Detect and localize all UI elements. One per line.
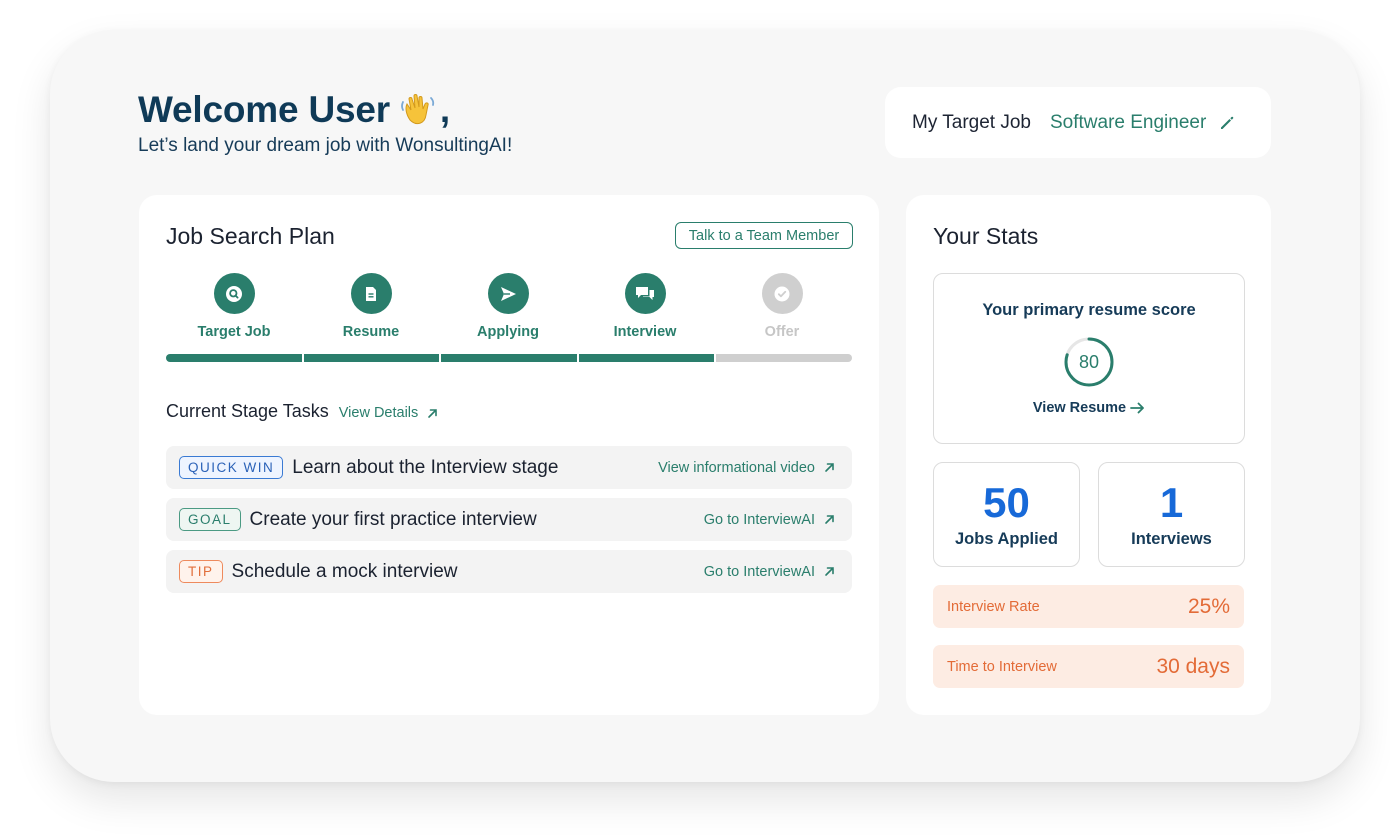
job-search-plan-card: Job Search Plan Talk to a Team Member Ta…	[139, 195, 879, 715]
step-interview[interactable]: Interview	[577, 273, 713, 340]
resume-score-ring: 80	[1063, 336, 1115, 388]
target-job-card: My Target Job Software Engineer	[885, 87, 1271, 158]
time-to-interview-value: 30 days	[1156, 654, 1230, 678]
chat-bubbles-icon	[636, 286, 654, 300]
step-circle	[761, 273, 803, 314]
arrow-right-icon	[1130, 402, 1145, 414]
interview-rate-value: 25%	[1187, 594, 1230, 618]
step-label: Applying	[476, 324, 540, 340]
plan-steps: Target Job Resume Applying Interview Off…	[166, 273, 852, 343]
resume-score-box: Your primary resume score 80 View Resume	[933, 273, 1245, 444]
interviews-value: 1	[1159, 479, 1184, 526]
waving-hand-icon	[401, 94, 435, 125]
step-circle	[487, 273, 529, 314]
progress-segment	[716, 354, 852, 362]
plan-title: Job Search Plan	[166, 223, 335, 249]
talk-to-team-member-button[interactable]: Talk to a Team Member	[675, 222, 853, 249]
interview-rate-label: Interview Rate	[947, 598, 1040, 615]
jobs-applied-value: 50	[983, 479, 1030, 526]
go-to-interviewai-link[interactable]: Go to InterviewAI	[704, 564, 835, 580]
welcome-comma: ,	[439, 89, 451, 130]
step-label: Resume	[342, 324, 400, 340]
step-label: Target Job	[197, 324, 271, 340]
welcome-title: Welcome User ,	[138, 88, 512, 132]
plan-progress-bar	[166, 354, 852, 362]
resume-score-label: Your primary resume score	[982, 301, 1196, 319]
arrow-up-right-icon	[825, 515, 834, 524]
pencil-icon[interactable]	[1218, 114, 1236, 132]
send-icon	[501, 286, 516, 301]
task-link-label: View informational video	[658, 459, 815, 476]
tip-badge: TIP	[179, 560, 223, 583]
welcome-title-text: Welcome User	[138, 89, 390, 130]
arrow-up-right-icon	[825, 567, 834, 576]
your-stats-card: Your Stats Your primary resume score 80 …	[906, 195, 1271, 715]
welcome-header: Welcome User , Let’s land your dream job…	[138, 88, 512, 157]
step-circle	[350, 273, 392, 314]
document-icon	[366, 286, 376, 301]
view-informational-video-link[interactable]: View informational video	[658, 460, 835, 476]
time-to-interview-label: Time to Interview	[947, 658, 1057, 675]
search-icon	[226, 285, 242, 302]
interviews-label: Interviews	[1131, 530, 1212, 548]
target-job-label: My Target Job	[912, 111, 1031, 133]
quick-win-badge: QUICK WIN	[179, 456, 284, 479]
arrow-up-right-icon	[825, 463, 834, 472]
view-resume-label: View Resume	[1032, 400, 1127, 416]
step-applying[interactable]: Applying	[440, 273, 576, 340]
progress-segment	[441, 354, 577, 362]
view-details-label: View Details	[338, 405, 419, 421]
arrow-up-right-icon	[428, 408, 438, 418]
check-badge-icon	[774, 286, 790, 301]
welcome-subtitle: Let’s land your dream job with Wonsultin…	[138, 135, 513, 156]
go-to-interviewai-link[interactable]: Go to InterviewAI	[704, 512, 835, 528]
task-row-quick-win: QUICK WIN Learn about the Interview stag…	[166, 446, 852, 489]
target-job-value[interactable]: Software Engineer	[1050, 112, 1206, 134]
step-resume[interactable]: Resume	[303, 273, 439, 340]
progress-segment	[303, 354, 440, 362]
progress-segment	[578, 354, 715, 362]
task-link-label: Go to InterviewAI	[703, 511, 815, 528]
jobs-applied-label: Jobs Applied	[955, 530, 1058, 548]
resume-score-value: 80	[1078, 351, 1100, 372]
tasks-title: Current Stage Tasks	[166, 401, 329, 421]
progress-segment	[166, 354, 302, 362]
task-link-label: Go to InterviewAI	[703, 563, 815, 580]
stats-title: Your Stats	[933, 223, 1039, 249]
jobs-applied-box: 50 Jobs Applied	[933, 462, 1080, 567]
view-resume-link[interactable]: View Resume	[1033, 400, 1145, 416]
goal-badge: GOAL	[179, 508, 241, 531]
task-text: Create your first practice interview	[249, 508, 537, 530]
current-stage-tasks-header: Current Stage Tasks View Details	[166, 401, 438, 422]
step-circle	[213, 273, 255, 314]
step-offer[interactable]: Offer	[714, 273, 850, 340]
task-row-goal: GOAL Create your first practice intervie…	[166, 498, 852, 541]
task-row-tip: TIP Schedule a mock interview Go to Inte…	[166, 550, 852, 593]
interviews-box: 1 Interviews	[1098, 462, 1245, 567]
step-label: Offer	[764, 324, 800, 340]
task-text: Learn about the Interview stage	[292, 456, 559, 478]
time-to-interview-box: Time to Interview 30 days	[933, 645, 1244, 688]
view-details-link[interactable]: View Details	[339, 405, 439, 421]
step-circle	[624, 273, 666, 314]
task-text: Schedule a mock interview	[231, 560, 458, 582]
interview-rate-box: Interview Rate 25%	[933, 585, 1244, 628]
step-target-job[interactable]: Target Job	[166, 273, 302, 340]
step-label: Interview	[613, 324, 677, 340]
